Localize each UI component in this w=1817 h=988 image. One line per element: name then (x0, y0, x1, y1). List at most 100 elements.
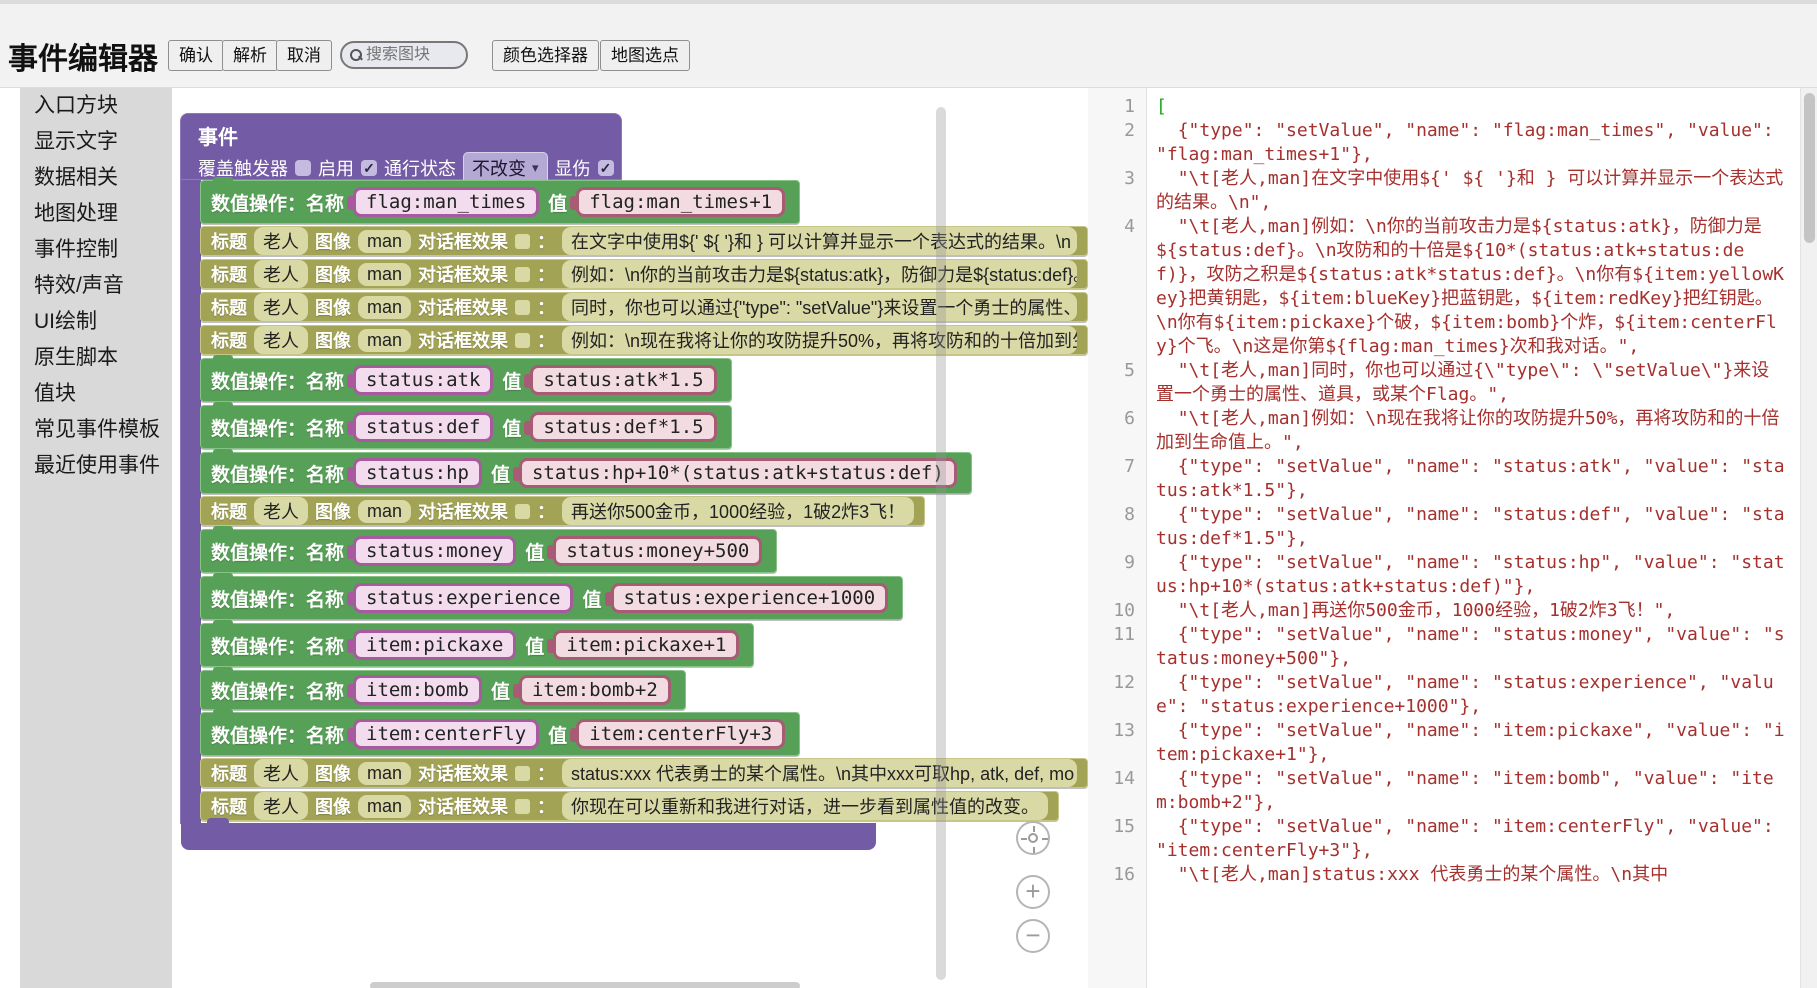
code-vertical-scrollbar[interactable] (1800, 88, 1817, 988)
block-setvalue-item-pickaxe[interactable]: 数值操作：名称 item:pickaxe 值 item:pickaxe+1 (200, 623, 754, 667)
name-field[interactable]: status:money (353, 536, 516, 566)
code-line[interactable]: {"type": "setValue", "name": "status:def… (1147, 503, 1800, 551)
zoom-out-button[interactable]: − (1016, 919, 1050, 953)
code-line[interactable]: {"type": "setValue", "name": "flag:man_t… (1147, 119, 1800, 167)
sidebar-item-fx-sound[interactable]: 特效/声音 (20, 268, 172, 304)
dialog-effect-checkbox[interactable] (515, 333, 530, 348)
search-input[interactable] (366, 46, 456, 64)
title-field[interactable]: 老人 (254, 293, 308, 321)
damage-checkbox[interactable]: ✓ (598, 160, 614, 176)
sidebar-item-value-blocks[interactable]: 值块 (20, 376, 172, 412)
text-field[interactable]: 在文字中使用${' ${ '}和 } 可以计算并显示一个表达式的结果。\n (562, 227, 1077, 255)
text-field[interactable]: 你现在可以重新和我进行对话，进一步看到属性值的改变。 (562, 792, 1048, 820)
dialog-effect-checkbox[interactable] (515, 267, 530, 282)
value-field[interactable]: status:atk*1.5 (530, 365, 716, 395)
text-field[interactable]: status:xxx 代表勇士的某个属性。\n其中xxx可取hp, atk, d… (562, 759, 1077, 787)
block-text-setvalue-hint[interactable]: 标题 老人 图像 man 对话框效果 ： 同时，你也可以通过{"type": "… (200, 292, 1088, 322)
value-field[interactable]: item:bomb+2 (519, 675, 671, 705)
map-pick-button[interactable]: 地图选点 (600, 40, 690, 71)
sidebar-item-recent-events[interactable]: 最近使用事件 (20, 448, 172, 484)
block-text-reward[interactable]: 标题 老人 图像 man 对话框效果 ： 再送你500金币，1000经验，1破2… (200, 496, 925, 526)
code-line[interactable]: {"type": "setValue", "name": "item:bomb"… (1147, 767, 1800, 815)
code-line[interactable]: "\t[老人,man]在文字中使用${' ${ '}和 } 可以计算并显示一个表… (1147, 167, 1800, 215)
block-setvalue-status-experience[interactable]: 数值操作：名称 status:experience 值 status:exper… (200, 576, 903, 620)
code-line[interactable]: {"type": "setValue", "name": "status:exp… (1147, 671, 1800, 719)
code-line[interactable]: [ (1147, 95, 1800, 119)
name-field[interactable]: status:atk (353, 365, 493, 395)
sidebar-item-native-script[interactable]: 原生脚本 (20, 340, 172, 376)
name-field[interactable]: status:experience (353, 583, 573, 613)
dialog-effect-checkbox[interactable] (515, 300, 530, 315)
zoom-reset-button[interactable] (1016, 821, 1050, 855)
image-field[interactable]: man (358, 296, 411, 319)
block-setvalue-status-def[interactable]: 数值操作：名称 status:def 值 status:def*1.5 (200, 405, 732, 449)
event-block-header[interactable]: 事件 覆盖触发器 启用 ✓ 通行状态 不改变 ▾ 显伤 ✓ (180, 113, 622, 180)
code-line[interactable]: {"type": "setValue", "name": "status:atk… (1147, 455, 1800, 503)
block-setvalue-item-bomb[interactable]: 数值操作：名称 item:bomb 值 item:bomb+2 (200, 670, 686, 710)
name-field[interactable]: item:bomb (353, 675, 482, 705)
dialog-effect-checkbox[interactable] (515, 766, 530, 781)
value-field[interactable]: flag:man_times+1 (576, 187, 785, 217)
name-field[interactable]: status:hp (353, 458, 482, 488)
block-setvalue-flag-man-times[interactable]: 数值操作：名称 flag:man_times 值 flag:man_times+… (200, 180, 800, 224)
image-field[interactable]: man (358, 329, 411, 352)
code-line[interactable]: "\t[老人,man]再送你500金币，1000经验，1破2炸3飞！", (1147, 599, 1800, 623)
sidebar-item-map[interactable]: 地图处理 (20, 196, 172, 232)
block-setvalue-status-hp[interactable]: 数值操作：名称 status:hp 值 status:hp+10*(status… (200, 452, 972, 494)
block-setvalue-status-money[interactable]: 数值操作：名称 status:money 值 status:money+500 (200, 529, 777, 573)
sidebar-item-show-text[interactable]: 显示文字 (20, 124, 172, 160)
dialog-effect-checkbox[interactable] (515, 799, 530, 814)
zoom-in-button[interactable]: + (1016, 875, 1050, 909)
image-field[interactable]: man (358, 762, 411, 785)
sidebar-item-data[interactable]: 数据相关 (20, 160, 172, 196)
name-field[interactable]: item:pickaxe (353, 630, 516, 660)
image-field[interactable]: man (358, 230, 411, 253)
value-field[interactable]: status:money+500 (553, 536, 762, 566)
block-workspace[interactable]: 事件 覆盖触发器 启用 ✓ 通行状态 不改变 ▾ 显伤 ✓ 数值操作：名称 fl… (172, 88, 1088, 988)
dialog-effect-checkbox[interactable] (515, 504, 530, 519)
sidebar-item-event-control[interactable]: 事件控制 (20, 232, 172, 268)
code-line[interactable]: {"type": "setValue", "name": "status:hp"… (1147, 551, 1800, 599)
workspace-horizontal-scrollbar[interactable] (370, 982, 800, 988)
title-field[interactable]: 老人 (254, 260, 308, 288)
code-line[interactable]: {"type": "setValue", "name": "status:mon… (1147, 623, 1800, 671)
block-text-retalk-hint[interactable]: 标题 老人 图像 man 对话框效果 ： 你现在可以重新和我进行对话，进一步看到… (200, 791, 1059, 821)
block-setvalue-status-atk[interactable]: 数值操作：名称 status:atk 值 status:atk*1.5 (200, 358, 732, 402)
sidebar-item-entry-blocks[interactable]: 入口方块 (20, 88, 172, 124)
text-field[interactable]: 再送你500金币，1000经验，1破2炸3飞！ (562, 497, 914, 525)
title-field[interactable]: 老人 (254, 497, 308, 525)
dialog-effect-checkbox[interactable] (515, 234, 530, 249)
code-line[interactable]: {"type": "setValue", "name": "item:cente… (1147, 815, 1800, 863)
value-field[interactable]: item:pickaxe+1 (553, 630, 739, 660)
trigger-checkbox[interactable] (295, 160, 311, 176)
image-field[interactable]: man (358, 795, 411, 818)
value-field[interactable]: status:experience+1000 (611, 583, 889, 613)
title-field[interactable]: 老人 (254, 326, 308, 354)
scrollbar-thumb[interactable] (1804, 93, 1815, 243)
text-field[interactable]: 例如：\n现在我将让你的攻防提升50%，再将攻防和的十倍加到生命值上。 (562, 326, 1077, 354)
text-field[interactable]: 例如：\n你的当前攻击力是${status:atk}，防御力是${status:… (562, 260, 1077, 288)
block-text-intro[interactable]: 标题 老人 图像 man 对话框效果 ： 在文字中使用${' ${ '}和 } … (200, 226, 1088, 256)
sidebar-item-ui-draw[interactable]: UI绘制 (20, 304, 172, 340)
text-field[interactable]: 同时，你也可以通过{"type": "setValue"}来设置一个勇士的属性、… (562, 293, 1077, 321)
event-block-footer[interactable] (181, 823, 876, 850)
value-field[interactable]: status:def*1.5 (530, 412, 716, 442)
enable-checkbox[interactable]: ✓ (361, 160, 377, 176)
code-line[interactable]: {"type": "setValue", "name": "item:picka… (1147, 719, 1800, 767)
cancel-button[interactable]: 取消 (276, 40, 332, 71)
color-picker-button[interactable]: 颜色选择器 (492, 40, 599, 71)
title-field[interactable]: 老人 (254, 792, 308, 820)
image-field[interactable]: man (358, 263, 411, 286)
code-line[interactable]: "\t[老人,man]同时，你也可以通过{\"type\": \"setValu… (1147, 359, 1800, 407)
title-field[interactable]: 老人 (254, 759, 308, 787)
code-line[interactable]: "\t[老人,man]例如：\n你的当前攻击力是${status:atk}，防御… (1147, 215, 1800, 359)
confirm-button[interactable]: 确认 (168, 40, 224, 71)
block-text-boost-hint[interactable]: 标题 老人 图像 man 对话框效果 ： 例如：\n现在我将让你的攻防提升50%… (200, 325, 1088, 355)
name-field[interactable]: flag:man_times (353, 187, 539, 217)
parse-button[interactable]: 解析 (222, 40, 278, 71)
block-setvalue-item-centerfly[interactable]: 数值操作：名称 item:centerFly 值 item:centerFly+… (200, 712, 800, 756)
block-text-status-hint[interactable]: 标题 老人 图像 man 对话框效果 ： status:xxx 代表勇士的某个属… (200, 758, 1088, 788)
workspace-vertical-scrollbar[interactable] (936, 107, 946, 980)
code-line[interactable]: "\t[老人,man]status:xxx 代表勇士的某个属性。\n其中 (1147, 863, 1800, 887)
name-field[interactable]: status:def (353, 412, 493, 442)
